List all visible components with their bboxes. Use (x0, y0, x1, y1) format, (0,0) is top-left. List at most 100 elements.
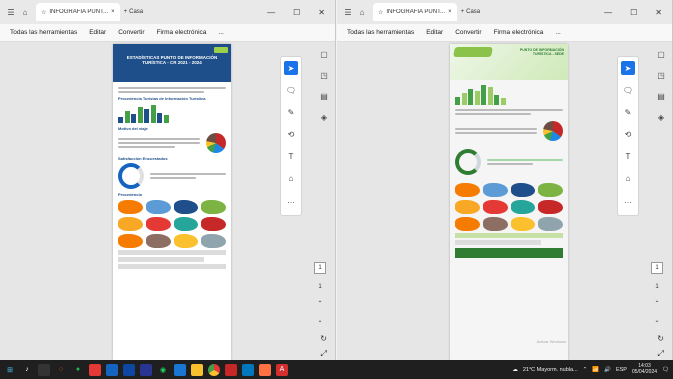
close-icon[interactable]: ✕ (655, 8, 662, 17)
spotify-icon[interactable]: ● (72, 364, 84, 376)
app-icon[interactable] (140, 363, 152, 376)
plus-icon: + (460, 9, 465, 15)
fit-page-icon[interactable]: ⤢ (657, 349, 663, 359)
attachments-icon[interactable]: ▤ (320, 92, 328, 101)
page-up-icon[interactable]: ⌃ (317, 300, 322, 307)
volume-icon[interactable]: 🔊 (604, 367, 611, 373)
menu-esign[interactable]: Firma electrónica (157, 29, 207, 36)
menu-icon[interactable]: ☰ (4, 5, 18, 19)
new-tab-button[interactable]: + Casa (461, 9, 481, 15)
star-icon[interactable]: ☆ (41, 9, 46, 16)
maximize-icon[interactable]: ☐ (293, 8, 300, 17)
section-title: Satisfacción Encuestados (118, 156, 168, 161)
stamp-icon[interactable]: ⌂ (621, 171, 635, 185)
folder-icon[interactable] (191, 363, 203, 376)
minimize-icon[interactable]: — (604, 8, 612, 17)
infographic-header: PUNTO DE INFORMACIÓN TURÍSTICA - SEDE (450, 44, 568, 80)
app-icon[interactable] (225, 363, 237, 376)
explorer-icon[interactable] (123, 363, 135, 376)
zoom-controls: ↻ ⤢ ⊕ ⊖ (320, 334, 327, 360)
fit-page-icon[interactable]: ⤢ (320, 349, 326, 359)
menu-convert[interactable]: Convertir (118, 29, 144, 36)
menu-icon[interactable]: ☰ (341, 5, 355, 19)
menu-edit[interactable]: Editar (426, 29, 443, 36)
chrome-icon[interactable] (208, 363, 220, 376)
weather-text[interactable]: 21°C Mayorm. nubla... (523, 367, 578, 373)
menu-all-tools[interactable]: Todas las herramientas (10, 29, 77, 36)
lasso-icon[interactable]: ⟲ (621, 127, 635, 141)
layers-icon[interactable]: ◈ (321, 113, 327, 122)
menu-more[interactable]: ... (555, 29, 560, 36)
layers-icon[interactable]: ◈ (658, 113, 664, 122)
bookmark-icon[interactable]: ◳ (320, 71, 328, 80)
more-tools-icon[interactable]: … (284, 193, 298, 207)
cursor-icon[interactable]: ➤ (621, 61, 635, 75)
comments-panel-icon[interactable]: ▢ (320, 50, 328, 59)
acrobat-icon[interactable]: A (276, 363, 288, 376)
stamp-icon[interactable]: ⌂ (284, 171, 298, 185)
comment-icon[interactable]: 🗨 (621, 83, 635, 97)
outlook-icon[interactable] (242, 363, 254, 376)
tray-arrow-icon[interactable]: ⌃ (583, 367, 588, 373)
new-tab-button[interactable]: + Casa (124, 9, 144, 15)
home-icon[interactable]: ⌂ (18, 5, 32, 19)
menu-convert[interactable]: Convertir (455, 29, 481, 36)
page-down-icon[interactable]: ⌄ (654, 317, 659, 324)
clock[interactable]: 14:03 05/04/2024 (632, 363, 657, 375)
minimize-icon[interactable]: — (267, 8, 275, 17)
page-number-input[interactable]: 1 (314, 262, 326, 274)
menu-edit[interactable]: Editar (89, 29, 106, 36)
document-tab[interactable]: ☆ INFOGRAFIA PUNT... × (36, 3, 120, 21)
maximize-icon[interactable]: ☐ (630, 8, 637, 17)
app-icon[interactable] (106, 363, 118, 376)
page-navigator: 1 1 ⌃ ⌄ (313, 262, 327, 324)
comments-panel-icon[interactable]: ▢ (657, 50, 665, 59)
tiktok-icon[interactable]: ♪ (21, 364, 33, 376)
opera-icon[interactable]: ○ (55, 364, 67, 376)
menu-all-tools[interactable]: Todas las herramientas (347, 29, 414, 36)
bar-chart (118, 103, 226, 123)
textbox-icon[interactable]: T (621, 149, 635, 163)
section-title: Motivo del viaje (118, 126, 148, 131)
pen-icon[interactable]: ✎ (284, 105, 298, 119)
cursor-icon[interactable]: ➤ (284, 61, 298, 75)
network-icon[interactable]: 📶 (592, 367, 599, 373)
close-icon[interactable]: ✕ (318, 8, 325, 17)
brand-logo (453, 47, 493, 57)
page-down-icon[interactable]: ⌄ (317, 317, 322, 324)
language-indicator[interactable]: ESP (616, 367, 627, 373)
page-up-icon[interactable]: ⌃ (654, 300, 659, 307)
star-icon[interactable]: ☆ (378, 9, 383, 16)
whatsapp-icon[interactable]: ◉ (157, 364, 169, 376)
app-icon[interactable] (174, 363, 186, 376)
paint-icon[interactable] (259, 363, 271, 376)
close-tab-icon[interactable]: × (111, 9, 115, 15)
desktop: ☰ ⌂ ☆ INFOGRAFIA PUNT... × + Casa — ☐ ✕ … (0, 0, 673, 379)
refresh-icon[interactable]: ↻ (657, 334, 664, 343)
pie-chart (543, 121, 563, 141)
more-tools-icon[interactable]: … (621, 193, 635, 207)
title-bar: ☰ ⌂ ☆ INFOGRAFIA PUNT... × + Casa — ☐ ✕ (0, 0, 335, 24)
pdf-page: PUNTO DE INFORMACIÓN TURÍSTICA - SEDE Ac… (450, 44, 568, 360)
pen-icon[interactable]: ✎ (621, 105, 635, 119)
start-icon[interactable]: ⊞ (4, 364, 16, 376)
comment-icon[interactable]: 🗨 (284, 83, 298, 97)
menu-more[interactable]: ... (218, 29, 223, 36)
menu-esign[interactable]: Firma electrónica (494, 29, 544, 36)
new-tab-label: Casa (466, 9, 481, 15)
bookmark-icon[interactable]: ◳ (657, 71, 665, 80)
notification-icon[interactable]: 🗨 (662, 367, 669, 373)
textbox-icon[interactable]: T (284, 149, 298, 163)
app-icon[interactable] (89, 363, 101, 376)
attachments-icon[interactable]: ▤ (657, 92, 665, 101)
page-navigator: 1 1 ⌃ ⌄ (650, 262, 664, 324)
app-icon[interactable] (38, 363, 50, 376)
close-tab-icon[interactable]: × (448, 9, 452, 15)
weather-icon[interactable]: ☁ (512, 367, 518, 373)
page-number-input[interactable]: 1 (651, 262, 663, 274)
document-tab[interactable]: ☆ INFOGRAFIA PUNT... × (373, 3, 457, 21)
lasso-icon[interactable]: ⟲ (284, 127, 298, 141)
menu-bar: Todas las herramientas Editar Convertir … (0, 24, 335, 42)
home-icon[interactable]: ⌂ (355, 5, 369, 19)
refresh-icon[interactable]: ↻ (320, 334, 327, 343)
